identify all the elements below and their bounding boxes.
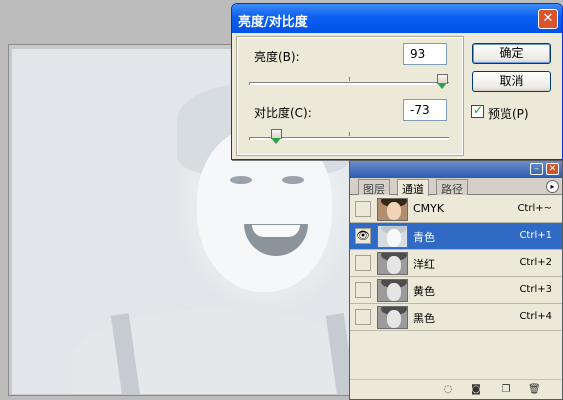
delete-channel-icon[interactable]: 🗑 <box>528 384 541 396</box>
channel-name: 黑色 <box>413 312 435 325</box>
visibility-toggle[interactable] <box>355 201 371 217</box>
contrast-slider-center-tick <box>349 132 350 136</box>
contrast-slider-thumb[interactable] <box>271 129 282 145</box>
load-selection-icon[interactable]: ◌ <box>442 384 454 396</box>
ok-button[interactable]: 确定 <box>472 43 551 64</box>
photo-eye <box>282 176 304 184</box>
channel-shortcut: Ctrl+1 <box>519 230 552 241</box>
channel-shortcut: Ctrl+~ <box>517 203 552 214</box>
channel-thumbnail <box>377 225 408 248</box>
channel-thumbnail <box>377 306 408 329</box>
brightness-contrast-dialog: 亮度/对比度 ✕ 亮度(B): 93 对比度(C): -73 确定 取消 <box>231 3 563 160</box>
panel-close-button[interactable]: ✕ <box>546 163 559 175</box>
cancel-button[interactable]: 取消 <box>472 71 551 92</box>
visibility-toggle[interactable] <box>355 282 371 298</box>
save-selection-icon[interactable]: ◙ <box>470 384 482 396</box>
channel-shortcut: Ctrl+3 <box>519 284 552 295</box>
contrast-input[interactable]: -73 <box>403 99 447 121</box>
visibility-toggle[interactable] <box>355 309 371 325</box>
channel-shortcut: Ctrl+4 <box>519 311 552 322</box>
panel-titlebar[interactable]: – ✕ <box>350 161 562 178</box>
preview-label[interactable]: 预览(P) <box>488 105 529 122</box>
channel-name: 黄色 <box>413 285 435 298</box>
visibility-toggle[interactable]: 👁 <box>355 228 371 244</box>
eye-icon: 👁 <box>356 229 370 242</box>
new-channel-icon[interactable]: ❐ <box>500 384 512 396</box>
panel-tabs: 图层 通道 路径 ▸ <box>350 178 562 196</box>
channel-name: 青色 <box>413 231 435 244</box>
visibility-toggle[interactable] <box>355 255 371 271</box>
close-icon: ✕ <box>548 164 557 174</box>
menu-arrow-icon: ▸ <box>550 182 555 191</box>
channel-thumbnail <box>377 252 408 275</box>
channel-row[interactable]: CMYK Ctrl+~ <box>350 196 562 223</box>
brightness-input[interactable]: 93 <box>403 43 447 65</box>
channel-row[interactable]: 洋红 Ctrl+2 <box>350 250 562 277</box>
minimize-icon: – <box>534 164 539 174</box>
channel-row[interactable]: 黄色 Ctrl+3 <box>350 277 562 304</box>
dialog-titlebar[interactable]: 亮度/对比度 ✕ <box>232 4 562 33</box>
photo-teeth <box>252 225 300 237</box>
dialog-title: 亮度/对比度 <box>238 15 308 30</box>
channel-row[interactable]: 👁 青色 Ctrl+1 <box>350 223 562 250</box>
minimize-button[interactable]: – <box>530 163 543 175</box>
brightness-slider-thumb[interactable] <box>437 74 448 90</box>
panel-menu-button[interactable]: ▸ <box>546 180 559 193</box>
channels-panel: – ✕ 图层 通道 路径 ▸ CMYK Ctrl+~ 👁 青色 Ctrl+1 洋红 Ctrl… <box>349 160 563 400</box>
panel-bottom-bar: ◌ ◙ ❐ 🗑 <box>350 379 562 399</box>
channel-name: 洋红 <box>413 258 435 271</box>
photo-eye <box>230 176 252 184</box>
brightness-slider-track[interactable] <box>249 82 449 85</box>
close-icon: ✕ <box>542 11 554 26</box>
contrast-label: 对比度(C): <box>254 106 312 120</box>
tab-layers[interactable]: 图层 <box>358 179 390 196</box>
brightness-slider-center-tick <box>349 77 350 81</box>
tab-paths[interactable]: 路径 <box>436 179 468 196</box>
channel-thumbnail <box>377 279 408 302</box>
close-button[interactable]: ✕ <box>538 9 558 29</box>
channel-shortcut: Ctrl+2 <box>519 257 552 268</box>
channel-name: CMYK <box>413 202 445 215</box>
preview-checkbox[interactable]: ✓ <box>471 103 484 118</box>
tab-channels[interactable]: 通道 <box>397 179 429 196</box>
channel-thumbnail <box>377 198 408 221</box>
brightness-label: 亮度(B): <box>254 50 300 64</box>
channels-list: CMYK Ctrl+~ 👁 青色 Ctrl+1 洋红 Ctrl+2 黄色 Ctrl+3 黑色 Ctr… <box>350 196 562 331</box>
checkmark-icon: ✓ <box>473 103 484 117</box>
channel-row[interactable]: 黑色 Ctrl+4 <box>350 304 562 331</box>
